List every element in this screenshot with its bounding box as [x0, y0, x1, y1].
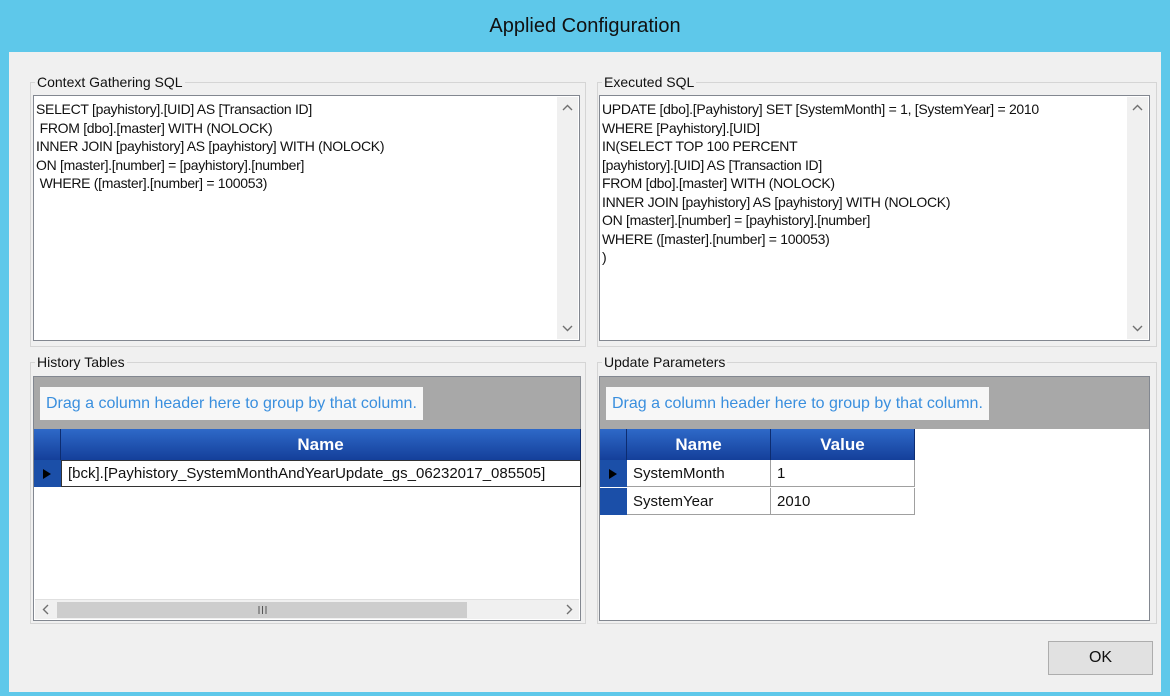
params-group-by-area[interactable]: Drag a column header here to group by th… — [600, 377, 1149, 429]
table-row[interactable]: [bck].[Payhistory_SystemMonthAndYearUpda… — [61, 460, 581, 487]
ok-button[interactable]: OK — [1048, 641, 1153, 675]
chevron-down-icon[interactable] — [557, 318, 578, 339]
history-group-by-hint: Drag a column header here to group by th… — [40, 387, 423, 420]
context-sql-textbox[interactable]: SELECT [payhistory].[UID] AS [Transactio… — [33, 95, 580, 341]
window-title: Applied Configuration — [489, 14, 681, 37]
history-hscrollbar[interactable] — [35, 599, 579, 619]
row-selector[interactable] — [600, 488, 627, 516]
dialog-window: Applied Configuration Context Gathering … — [0, 0, 1170, 696]
history-hscroll-thumb[interactable] — [57, 602, 467, 618]
executed-sql-text: UPDATE [dbo].[Payhistory] SET [SystemMon… — [602, 101, 1039, 265]
history-tables-grid: Drag a column header here to group by th… — [33, 376, 581, 621]
chevron-up-icon[interactable] — [557, 97, 578, 118]
params-group-by-hint: Drag a column header here to group by th… — [606, 387, 989, 420]
update-parameters-grid: Drag a column header here to group by th… — [599, 376, 1150, 621]
params-corner-header — [600, 429, 627, 460]
chevron-left-icon[interactable] — [35, 600, 55, 619]
history-group-by-area[interactable]: Drag a column header here to group by th… — [34, 377, 580, 429]
row-pointer-icon[interactable] — [34, 460, 61, 488]
params-column-header-value[interactable]: Value — [771, 429, 915, 460]
context-sql-text: SELECT [payhistory].[UID] AS [Transactio… — [36, 101, 385, 191]
history-column-header-name[interactable]: Name — [61, 429, 581, 460]
history-corner-header — [34, 429, 61, 460]
context-sql-vscrollbar[interactable] — [557, 97, 578, 339]
history-tables-legend: History Tables — [37, 354, 125, 370]
dialog-client-area: Context Gathering SQL SELECT [payhistory… — [9, 52, 1161, 692]
row-pointer-icon[interactable] — [600, 460, 627, 488]
executed-sql-legend: Executed SQL — [604, 74, 695, 90]
executed-sql-vscrollbar[interactable] — [1127, 97, 1148, 339]
param-value-cell[interactable]: 1 — [771, 460, 915, 487]
executed-sql-textbox[interactable]: UPDATE [dbo].[Payhistory] SET [SystemMon… — [599, 95, 1150, 341]
param-name-cell[interactable]: SystemYear — [627, 488, 771, 515]
chevron-up-icon[interactable] — [1127, 97, 1148, 118]
param-value-cell[interactable]: 2010 — [771, 488, 915, 515]
update-parameters-legend: Update Parameters — [604, 354, 726, 370]
chevron-down-icon[interactable] — [1127, 318, 1148, 339]
chevron-right-icon[interactable] — [559, 600, 579, 619]
params-column-header-name[interactable]: Name — [627, 429, 771, 460]
param-name-cell[interactable]: SystemMonth — [627, 460, 771, 487]
context-sql-legend: Context Gathering SQL — [37, 74, 183, 90]
